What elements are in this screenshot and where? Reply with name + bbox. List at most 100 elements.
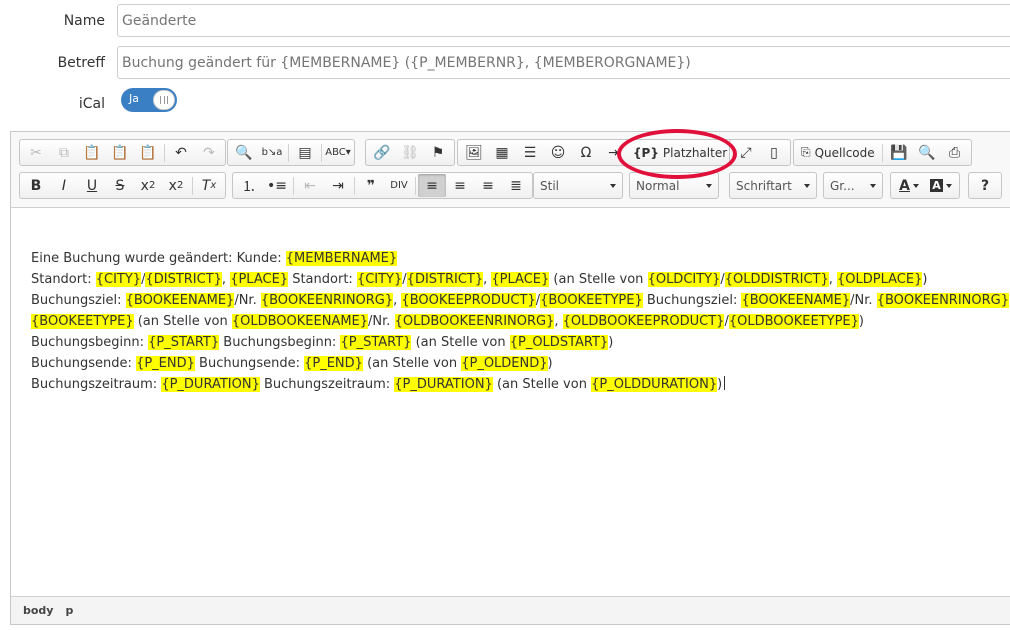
placeholder-tag: {CITY} bbox=[356, 272, 403, 287]
font-combo[interactable]: Schriftart bbox=[729, 172, 817, 199]
unlink-icon[interactable]: ⛓ bbox=[396, 141, 424, 164]
basic-styles-group: B I U S x2 x2 Tx bbox=[19, 172, 226, 199]
document-group: ⎘ Quellcode 💾 🔍 ⎙ bbox=[793, 139, 972, 166]
source-label: Quellcode bbox=[814, 145, 875, 160]
placeholder-tag: {PLACE} bbox=[491, 272, 550, 287]
path-body[interactable]: body bbox=[23, 604, 53, 617]
placeholder-tag: {PLACE} bbox=[230, 272, 289, 287]
text-cursor bbox=[724, 376, 726, 390]
paste-icon[interactable]: 📋 bbox=[78, 141, 106, 164]
subject-input[interactable] bbox=[117, 46, 1010, 79]
paragraph-group: ⒈ •≡ ⇤ ⇥ ❞ DIV ≡ ≡ ≡ ≣ bbox=[232, 172, 533, 199]
placeholder-tag: {OLDCITY} bbox=[647, 272, 721, 287]
content-line: Buchungsziel: {BOOKEENAME}/Nr. {BOOKEENR… bbox=[31, 293, 1010, 308]
placeholder-tag: {BOOKEENRINORG} bbox=[260, 293, 394, 308]
align-left-icon[interactable]: ≡ bbox=[418, 174, 446, 197]
placeholder-tag: {P_END} bbox=[304, 356, 363, 371]
placeholder-tag: {MEMBERNAME} bbox=[285, 251, 398, 266]
find-icon[interactable]: 🔍 bbox=[230, 141, 258, 164]
text-color-icon[interactable]: A bbox=[893, 174, 925, 197]
name-input[interactable] bbox=[117, 4, 1010, 37]
editor-content[interactable]: Eine Buchung wurde geändert: Kunde: {MEM… bbox=[31, 248, 1010, 395]
align-justify-icon[interactable]: ≣ bbox=[502, 174, 530, 197]
view-group: ⤢ ▯ bbox=[729, 139, 791, 166]
special-char-icon[interactable]: Ω bbox=[572, 141, 600, 164]
bullet-list-icon[interactable]: •≡ bbox=[263, 174, 291, 197]
copy-icon[interactable]: ⧉ bbox=[50, 141, 78, 164]
placeholder-tag: {DISTRICT} bbox=[145, 272, 222, 287]
outdent-icon[interactable]: ⇤ bbox=[296, 174, 324, 197]
smiley-icon[interactable]: ☺ bbox=[544, 141, 572, 164]
placeholder-tag: {OLDBOOKEENAME} bbox=[231, 314, 369, 329]
find-group: 🔍 b↘a ▤ ABC▾ bbox=[227, 139, 355, 166]
blockquote-icon[interactable]: ❞ bbox=[357, 174, 385, 197]
help-icon[interactable]: ? bbox=[971, 174, 999, 197]
show-blocks-icon[interactable]: ▯ bbox=[760, 141, 788, 164]
background-color-icon[interactable]: A bbox=[925, 174, 957, 197]
paste-text-icon[interactable]: 📋 bbox=[106, 141, 134, 164]
placeholder-tag: {P_OLDSTART} bbox=[509, 335, 609, 350]
underline-icon[interactable]: U bbox=[78, 174, 106, 197]
placeholder-tag: {OLDPLACE} bbox=[837, 272, 923, 287]
align-center-icon[interactable]: ≡ bbox=[446, 174, 474, 197]
replace-icon[interactable]: b↘a bbox=[258, 141, 286, 164]
page-break-icon[interactable]: ⇥ bbox=[600, 141, 628, 164]
maximize-icon[interactable]: ⤢ bbox=[732, 141, 760, 164]
placeholder-tag: {P_OLDEND} bbox=[461, 356, 548, 371]
content-line: {BOOKEETYPE} (an Stelle von {OLDBOOKEENA… bbox=[31, 314, 864, 329]
spellcheck-icon[interactable]: ABC▾ bbox=[324, 141, 352, 164]
image-icon[interactable]: 🖼 bbox=[460, 141, 488, 164]
placeholder-tag: {P_START} bbox=[148, 335, 220, 350]
italic-icon[interactable]: I bbox=[50, 174, 78, 197]
placeholder-icon: {P} bbox=[633, 145, 659, 160]
link-icon[interactable]: 🔗 bbox=[368, 141, 396, 164]
path-p[interactable]: p bbox=[65, 604, 73, 617]
subscript-icon[interactable]: x2 bbox=[134, 174, 162, 197]
format-combo[interactable]: Normal bbox=[629, 172, 719, 199]
colors-group: A A bbox=[890, 172, 960, 199]
placeholder-tag: {BOOKEEPRODUCT} bbox=[401, 293, 536, 308]
placeholder-tag: {P_DURATION} bbox=[161, 377, 260, 392]
clipboard-group: ✂ ⧉ 📋 📋 📋 ↶ ↷ bbox=[19, 139, 226, 166]
placeholder-tag: {BOOKEETYPE} bbox=[540, 293, 643, 308]
placeholder-tag: {OLDBOOKEETYPE} bbox=[728, 314, 859, 329]
paste-word-icon[interactable]: 📋 bbox=[134, 141, 162, 164]
insert-group: 🖼 ▦ ☰ ☺ Ω ⇥ {P} Platzhalter bbox=[457, 139, 746, 166]
name-label: Name bbox=[63, 13, 105, 29]
help-group: ? bbox=[968, 172, 1002, 199]
placeholder-dropdown[interactable]: {P} Platzhalter bbox=[628, 141, 742, 164]
horizontal-rule-icon[interactable]: ☰ bbox=[516, 141, 544, 164]
anchor-icon[interactable]: ⚑ bbox=[424, 141, 452, 164]
style-combo[interactable]: Stil bbox=[533, 172, 623, 199]
div-icon[interactable]: DIV bbox=[385, 174, 413, 197]
save-icon[interactable]: 💾 bbox=[885, 141, 913, 164]
select-all-icon[interactable]: ▤ bbox=[291, 141, 319, 164]
print-icon[interactable]: ⎙ bbox=[941, 141, 969, 164]
cut-icon[interactable]: ✂ bbox=[22, 141, 50, 164]
undo-icon[interactable]: ↶ bbox=[167, 141, 195, 164]
content-line: Standort: {CITY}/{DISTRICT}, {PLACE} Sta… bbox=[31, 272, 928, 287]
ical-toggle-text: Ja bbox=[129, 92, 139, 105]
placeholder-label: Platzhalter bbox=[662, 145, 728, 160]
superscript-icon[interactable]: x2 bbox=[162, 174, 190, 197]
chevron-down-icon bbox=[804, 183, 810, 188]
indent-icon[interactable]: ⇥ bbox=[324, 174, 352, 197]
chevron-down-icon bbox=[870, 183, 876, 188]
source-button[interactable]: ⎘ Quellcode bbox=[796, 141, 880, 164]
ical-toggle[interactable]: Ja bbox=[121, 88, 177, 112]
editor-toolbar: ✂ ⧉ 📋 📋 📋 ↶ ↷ 🔍 b↘a ▤ ABC▾ 🔗 ⛓ ⚑ 🖼 ▦ ☰ ☺… bbox=[11, 129, 1010, 208]
redo-icon[interactable]: ↷ bbox=[195, 141, 223, 164]
style-combo-label: Stil bbox=[540, 178, 559, 193]
table-icon[interactable]: ▦ bbox=[488, 141, 516, 164]
source-icon: ⎘ bbox=[801, 145, 811, 159]
size-combo[interactable]: Gr... bbox=[823, 172, 883, 199]
format-combo-label: Normal bbox=[636, 178, 680, 193]
subject-label: Betreff bbox=[57, 55, 105, 71]
preview-icon[interactable]: 🔍 bbox=[913, 141, 941, 164]
remove-format-icon[interactable]: Tx bbox=[195, 174, 223, 197]
placeholder-tag: {OLDDISTRICT} bbox=[724, 272, 829, 287]
numbered-list-icon[interactable]: ⒈ bbox=[235, 174, 263, 197]
strike-icon[interactable]: S bbox=[106, 174, 134, 197]
bold-icon[interactable]: B bbox=[22, 174, 50, 197]
align-right-icon[interactable]: ≡ bbox=[474, 174, 502, 197]
